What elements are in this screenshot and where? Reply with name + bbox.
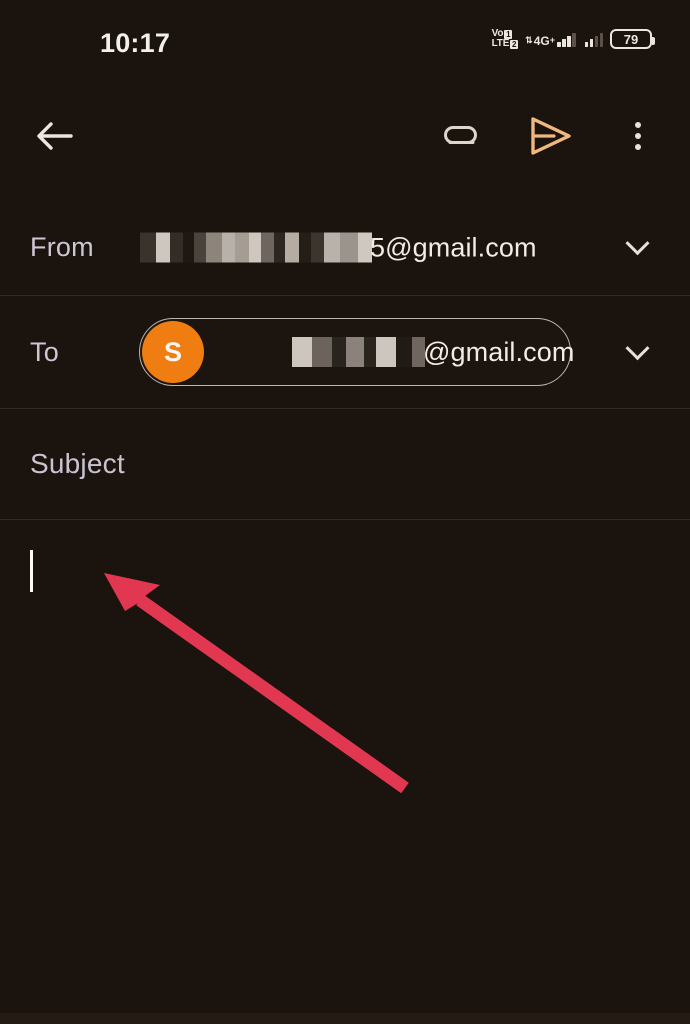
- sim2-badge: 2: [510, 39, 519, 49]
- avatar: S: [142, 321, 204, 383]
- from-field-row[interactable]: From 5@gmail.com: [0, 200, 690, 296]
- recipient-address-suffix: @gmail.com: [423, 336, 575, 367]
- recipient-chip[interactable]: S @gmail.com: [139, 318, 574, 386]
- network-type-label: ⇅ 4G +: [525, 34, 555, 48]
- send-button[interactable]: [520, 110, 582, 162]
- status-clock: 10:17: [100, 28, 171, 58]
- signal-sim1-group: ⇅ 4G +: [525, 31, 576, 48]
- compose-toolbar: [0, 96, 690, 176]
- data-transfer-arrows-icon: ⇅: [525, 35, 533, 45]
- status-indicators: Vo 1 LTE 2 ⇅ 4G + 79: [492, 29, 655, 49]
- subject-field-row[interactable]: Subject: [0, 409, 690, 520]
- network-type-text: 4G: [533, 34, 550, 48]
- battery-icon: 79: [610, 29, 655, 49]
- volte-label-bottom: LTE: [491, 38, 510, 49]
- to-field-row[interactable]: To S @gmail.com: [0, 296, 690, 409]
- to-label: To: [30, 336, 59, 367]
- back-button[interactable]: [28, 110, 80, 162]
- recipient-address-redaction: [292, 337, 425, 367]
- send-icon: [531, 117, 571, 155]
- recipient-address-value: @gmail.com: [222, 337, 574, 368]
- bottom-navigation-strip: [0, 1013, 690, 1024]
- more-options-button[interactable]: [612, 110, 664, 162]
- chevron-down-icon: [624, 231, 650, 256]
- paperclip-icon: [444, 126, 477, 144]
- battery-percent-label: 79: [623, 31, 639, 47]
- signal-bars-sim1-icon: [557, 31, 576, 47]
- signal-bars-sim2-icon: [584, 31, 603, 47]
- back-arrow-icon: [37, 122, 73, 150]
- chevron-down-icon: [624, 335, 650, 360]
- from-address-suffix: 5@gmail.com: [370, 232, 537, 262]
- network-plus-text: +: [549, 35, 555, 45]
- from-label: From: [30, 232, 94, 262]
- overflow-menu-icon: [635, 122, 641, 150]
- from-address-value: 5@gmail.com: [140, 232, 537, 263]
- message-body-input[interactable]: [0, 520, 690, 1013]
- from-address-redaction: [140, 232, 372, 263]
- status-bar: 10:17 Vo 1 LTE 2 ⇅ 4G + 79: [0, 0, 690, 84]
- text-caret: [30, 550, 33, 592]
- to-expand-button[interactable]: [622, 335, 652, 367]
- volte-icon: Vo 1 LTE 2: [492, 29, 519, 49]
- from-expand-button[interactable]: [622, 231, 652, 263]
- compose-email-screen: 10:17 Vo 1 LTE 2 ⇅ 4G + 79 From 5@gmail.…: [0, 0, 690, 1024]
- attach-file-button[interactable]: [430, 110, 490, 162]
- subject-input[interactable]: Subject: [30, 448, 125, 480]
